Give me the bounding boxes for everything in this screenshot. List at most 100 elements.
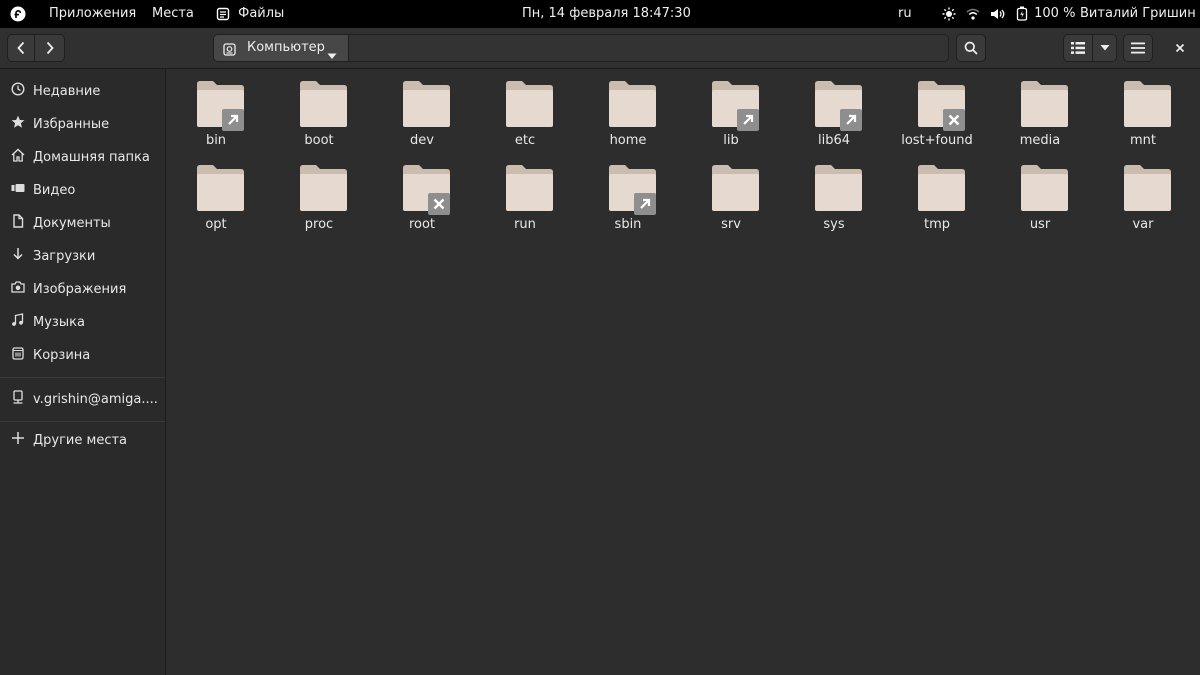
clock[interactable]: Пн, 14 февраля 18:47:30 <box>522 0 691 28</box>
sidebar-item-trash[interactable]: Корзина <box>0 336 165 369</box>
search-button[interactable] <box>956 34 986 62</box>
symlink-emblem-icon <box>840 109 862 131</box>
folder-item-media[interactable]: media <box>990 69 1090 148</box>
sidebar-item-starred[interactable]: Избранные <box>0 105 165 138</box>
brightness-icon[interactable] <box>942 0 956 28</box>
folder-item-var[interactable]: var <box>1093 153 1193 232</box>
chevron-left-icon <box>17 41 25 55</box>
folder-item-home[interactable]: home <box>578 69 678 148</box>
unreadable-emblem-icon <box>943 109 965 131</box>
folder-name: home <box>609 133 647 148</box>
symlink-emblem-icon <box>222 109 244 131</box>
folder-name: lost+found <box>901 133 973 148</box>
folder-name: boot <box>304 133 334 148</box>
folder-icon <box>1124 165 1171 211</box>
battery-percent: 100 % <box>1034 6 1076 21</box>
folder-item-srv[interactable]: srv <box>681 153 781 232</box>
home-icon <box>11 148 25 162</box>
document-icon <box>13 214 24 228</box>
folder-item-boot[interactable]: boot <box>269 69 369 148</box>
folder-name: sbin <box>614 217 642 232</box>
folder-name: lib <box>723 133 739 148</box>
sidebar-item-documents[interactable]: Документы <box>0 204 165 237</box>
star-icon <box>11 115 25 128</box>
sidebar-item-downloads[interactable]: Загрузки <box>0 237 165 270</box>
sidebar-item-network-mount[interactable]: v.grishin@amiga.... <box>0 380 165 413</box>
symlink-emblem-icon <box>737 109 759 131</box>
folder-item-mnt[interactable]: mnt <box>1093 69 1193 148</box>
folder-item-lib[interactable]: lib <box>681 69 781 148</box>
folder-item-etc[interactable]: etc <box>475 69 575 148</box>
battery-indicator[interactable]: 100 % <box>1016 0 1075 28</box>
folder-icon <box>300 81 347 127</box>
sidebar-item-music[interactable]: Музыка <box>0 303 165 336</box>
folder-name: opt <box>205 217 227 232</box>
clock-icon <box>11 82 25 96</box>
plus-icon <box>12 432 24 444</box>
forward-button[interactable] <box>35 34 65 62</box>
sidebar-item-recent[interactable]: Недавние <box>0 72 165 105</box>
folder-name: tmp <box>923 217 950 232</box>
folder-item-bin[interactable]: bin <box>166 69 266 148</box>
folder-item-proc[interactable]: proc <box>269 153 369 232</box>
files-app-menu[interactable]: Файлы <box>216 0 284 28</box>
folder-item-lost-found[interactable]: lost+found <box>887 69 987 148</box>
file-grid[interactable]: bin boot dev etc home lib lib64 lost+found media… <box>166 69 1200 675</box>
close-icon <box>1175 43 1185 53</box>
back-button[interactable] <box>7 34 35 62</box>
path-empty-area[interactable] <box>349 35 948 61</box>
folder-name: srv <box>721 217 741 232</box>
sidebar-item-other-locations[interactable]: Другие места <box>0 421 165 454</box>
folder-name: lib64 <box>817 133 851 148</box>
folder-item-opt[interactable]: opt <box>166 153 266 232</box>
folder-item-sbin[interactable]: sbin <box>578 153 678 232</box>
sidebar-item-pictures[interactable]: Изображения <box>0 270 165 303</box>
folder-name: proc <box>304 217 334 232</box>
header-bar: Компьютер <box>0 28 1200 69</box>
folder-icon <box>918 165 965 211</box>
sidebar-item-videos[interactable]: Видео <box>0 171 165 204</box>
video-icon <box>11 184 25 192</box>
chevron-right-icon <box>46 41 54 55</box>
places-menu[interactable]: Места <box>152 0 194 28</box>
wifi-icon[interactable] <box>966 0 980 28</box>
sidebar: Недавние Избранные Домашняя папка Видео … <box>0 69 166 675</box>
trash-icon <box>12 347 24 360</box>
battery-icon <box>1016 6 1028 21</box>
top-bar: Приложения Места Файлы Пн, 14 февраля 18… <box>0 0 1200 28</box>
main-menu-button[interactable] <box>1123 34 1153 62</box>
keyboard-layout-indicator[interactable]: ru <box>898 0 912 28</box>
path-segment-computer[interactable]: Компьютер <box>214 35 349 61</box>
folder-icon <box>197 165 244 211</box>
folder-item-lib64[interactable]: lib64 <box>784 69 884 148</box>
folder-name: etc <box>514 133 536 148</box>
view-toggle-button[interactable] <box>1063 34 1093 62</box>
folder-icon <box>1124 81 1171 127</box>
hamburger-icon <box>1131 42 1145 54</box>
folder-icon <box>300 165 347 211</box>
folder-item-tmp[interactable]: tmp <box>887 153 987 232</box>
sidebar-item-label: Другие места <box>33 433 128 448</box>
download-icon <box>13 248 23 260</box>
folder-item-run[interactable]: run <box>475 153 575 232</box>
sidebar-item-home[interactable]: Домашняя папка <box>0 138 165 171</box>
folder-item-root[interactable]: root <box>372 153 472 232</box>
applications-menu[interactable]: Приложения <box>49 0 136 28</box>
folder-name: var <box>1132 217 1154 232</box>
folder-name: root <box>408 217 436 232</box>
user-menu[interactable]: Виталий Гришин <box>1080 0 1196 28</box>
fedora-logo-icon[interactable] <box>10 0 26 28</box>
chevron-down-icon <box>1100 45 1109 51</box>
drive-icon <box>223 41 236 60</box>
folder-icon <box>506 165 553 211</box>
view-options-button[interactable] <box>1093 34 1117 62</box>
camera-icon <box>11 281 25 293</box>
folder-icon <box>403 81 450 127</box>
close-window-button[interactable] <box>1166 34 1194 62</box>
folder-item-dev[interactable]: dev <box>372 69 472 148</box>
folder-item-usr[interactable]: usr <box>990 153 1090 232</box>
unreadable-emblem-icon <box>428 193 450 215</box>
folder-item-sys[interactable]: sys <box>784 153 884 232</box>
volume-icon[interactable] <box>990 0 1006 28</box>
dropdown-arrow-icon[interactable] <box>327 45 337 64</box>
